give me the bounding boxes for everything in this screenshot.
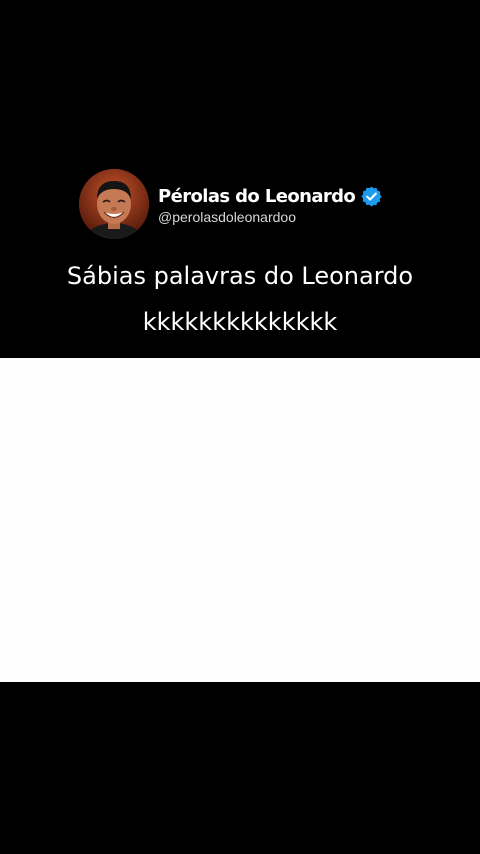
media-area[interactable] [0,358,480,682]
tweet-text-line: kkkkkkkkkkkkkk [142,308,338,336]
bottom-letterbox [0,682,480,854]
tweet-text: Sábias palavras do Leonardo kkkkkkkkkkkk… [0,253,480,345]
author-profile[interactable]: Pérolas do Leonardo @perolasdoleonardoo [79,168,383,240]
avatar-image [79,169,149,239]
video-frame: Pérolas do Leonardo @perolasdoleonardoo … [0,0,480,854]
author-display-name[interactable]: Pérolas do Leonardo [158,186,356,207]
verified-badge-icon [360,185,383,208]
name-row: Pérolas do Leonardo [158,183,383,209]
avatar[interactable] [79,169,149,239]
tweet-header-band: Pérolas do Leonardo @perolasdoleonardoo … [0,0,480,358]
author-handle[interactable]: @perolasdoleonardoo [158,209,383,225]
author-info: Pérolas do Leonardo @perolasdoleonardoo [158,183,383,225]
tweet-text-line: Sábias palavras do Leonardo [66,262,414,290]
